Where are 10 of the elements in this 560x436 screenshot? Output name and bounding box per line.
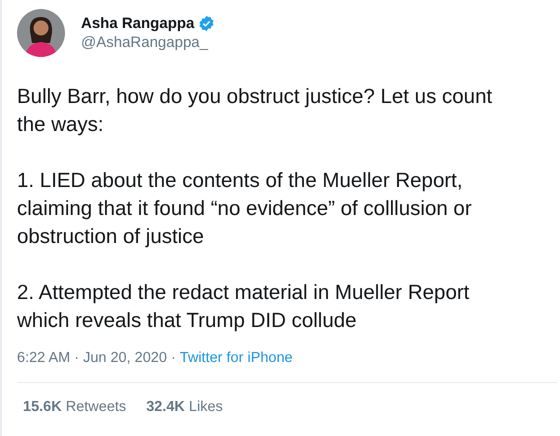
author-handle[interactable]: @AshaRangappa_ [81,33,216,52]
tweet-paragraph: 1. LIED about the contents of the Mueller Report, claiming that it found “no evidence” of colllusion or obstruction of justice [17,168,473,250]
timestamp[interactable]: 6:22 AM · Jun 20, 2020 · [17,348,176,370]
author-name[interactable]: Asha Rangappa [81,14,194,33]
tweet-paragraph: Bully Barr, how do you obstruct justice? Let us count the ways: [17,84,494,138]
stat-count[interactable]: 15.6K Retweets [23,396,126,418]
tweet-paragraph: 2. Attempted the redact material in Mueller Report which reveals that Trump DID collude [17,280,470,334]
avatar[interactable] [17,9,65,57]
stat-count[interactable]: 32.4K Likes [146,396,223,418]
source-link[interactable]: Twitter for iPhone [180,348,293,370]
